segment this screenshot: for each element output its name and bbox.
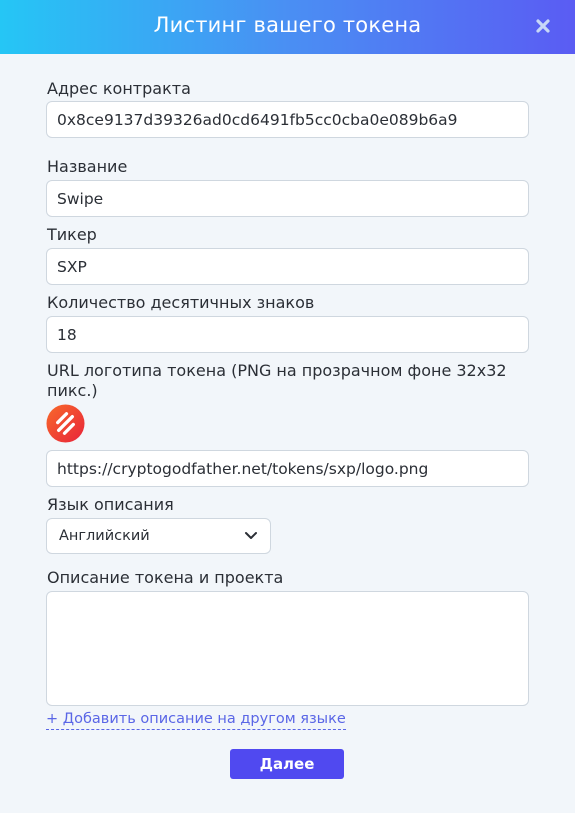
ticker-label: Тикер [47, 225, 97, 244]
description-language-label: Язык описания [47, 495, 174, 514]
modal-title: Листинг вашего токена [153, 13, 422, 37]
decimals-label: Количество десятичных знаков [47, 293, 315, 312]
description-language-select[interactable]: Английский [46, 518, 271, 554]
logo-url-input[interactable] [46, 450, 529, 487]
decimals-input[interactable] [46, 316, 529, 353]
close-button[interactable] [530, 13, 556, 39]
name-label: Название [47, 157, 128, 176]
close-icon [536, 19, 550, 33]
ticker-input[interactable] [46, 248, 529, 285]
add-description-link[interactable]: + Добавить описание на другом языке [46, 710, 346, 730]
next-button[interactable]: Далее [230, 749, 344, 779]
contract-address-input[interactable] [46, 101, 529, 138]
description-label: Описание токена и проекта [47, 568, 284, 587]
contract-address-label: Адрес контракта [47, 79, 191, 98]
description-language-value: Английский [59, 528, 150, 544]
chevron-down-icon [245, 532, 257, 539]
modal-header: Листинг вашего токена [0, 0, 575, 54]
swipe-logo-icon [46, 404, 85, 443]
name-input[interactable] [46, 180, 529, 217]
logo-url-label: URL логотипа токена (PNG на прозрачном ф… [47, 361, 507, 400]
description-textarea[interactable] [46, 591, 529, 706]
